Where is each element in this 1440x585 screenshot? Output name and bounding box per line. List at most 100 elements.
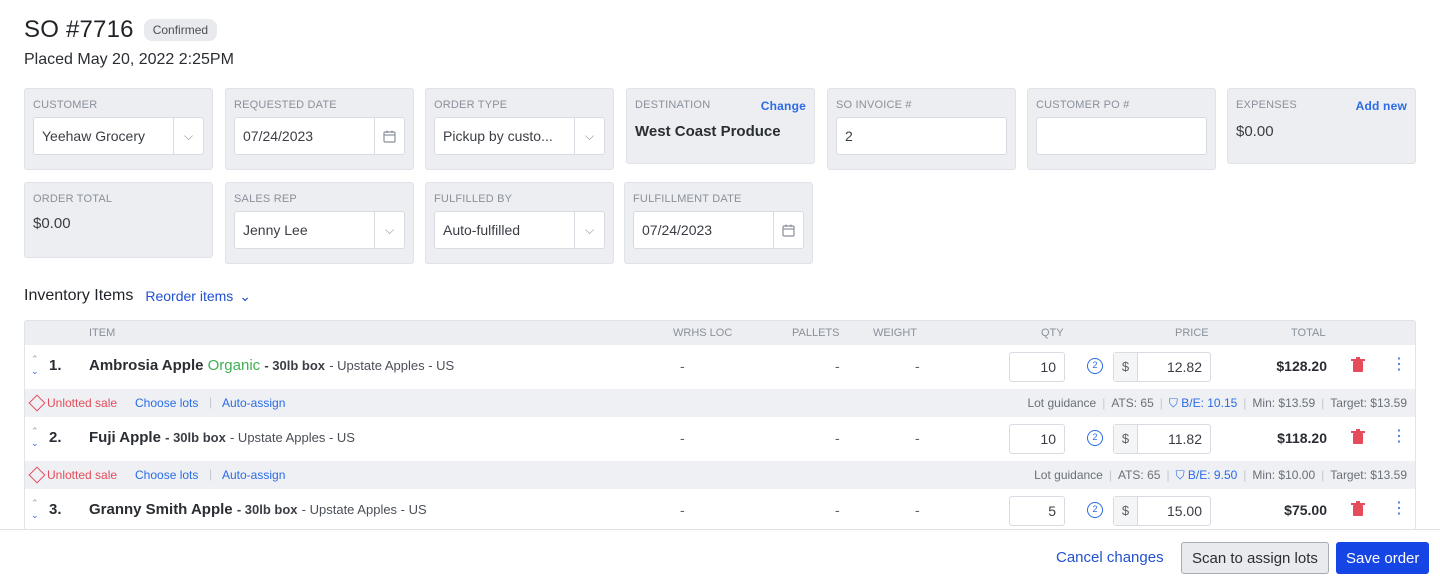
price-value: 15.00 — [1166, 503, 1202, 519]
trash-icon[interactable] — [1351, 501, 1365, 517]
reorder-arrows-icon[interactable]: ⌃ ⌄ — [31, 497, 39, 521]
order-total-label: ORDER TOTAL — [33, 193, 113, 205]
auto-assign-link[interactable]: Auto-assign — [222, 396, 285, 410]
currency-symbol: $ — [1114, 353, 1138, 381]
reorder-items-label: Reorder items — [145, 288, 234, 304]
customer-select[interactable]: Yeehaw Grocery ⌵ — [33, 117, 204, 155]
table-row: ⌃ ⌄ 3. Granny Smith Apple - 30lb box - Up… — [25, 489, 1415, 529]
target-price: Target: $13.59 — [1330, 468, 1407, 482]
sales-rep-select[interactable]: Jenny Lee ⌵ — [234, 211, 405, 249]
row-number: 3. — [49, 501, 62, 518]
divider: | — [209, 467, 213, 481]
status-badge: Confirmed — [143, 19, 218, 41]
choose-lots-link[interactable]: Choose lots — [135, 396, 198, 410]
item-size: - 30lb box — [236, 502, 298, 517]
destination-value: West Coast Produce — [635, 123, 781, 140]
ats-value: ATS: 65 — [1111, 396, 1154, 410]
trash-icon[interactable] — [1351, 429, 1365, 445]
row-number: 1. — [49, 357, 62, 374]
warning-text: Unlotted sale — [47, 468, 118, 482]
requested-date-label: REQUESTED DATE — [234, 99, 337, 111]
reorder-arrows-icon[interactable]: ⌃ ⌄ — [31, 425, 39, 449]
quantity-info-icon[interactable]: 2 — [1087, 502, 1103, 518]
break-even-value: B/E: 9.50 — [1187, 468, 1238, 482]
fulfillment-date-label: FULFILLMENT DATE — [633, 193, 742, 205]
ats-value: ATS: 65 — [1117, 468, 1161, 482]
trash-icon[interactable] — [1351, 357, 1365, 373]
line-total: $75.00 — [1284, 502, 1327, 518]
table-row: ⌃ ⌄ 1. Ambrosia Apple Organic - 30lb box … — [25, 345, 1415, 389]
requested-date-input[interactable]: 07/24/2023 — [234, 117, 405, 155]
col-item: ITEM — [89, 327, 116, 339]
line-total: $128.20 — [1276, 358, 1327, 374]
fulfilled-by-field: FULFILLED BY Auto-fulfilled ⌵ — [425, 182, 614, 264]
scan-to-assign-lots-button[interactable]: Scan to assign lots — [1181, 542, 1329, 574]
chevron-down-icon[interactable]: ⌵ — [574, 212, 604, 248]
fulfilled-by-label: FULFILLED BY — [434, 193, 513, 205]
more-options-icon[interactable]: ⋮ — [1391, 501, 1407, 517]
qty-input[interactable]: 5 — [1009, 496, 1065, 526]
chevron-down-icon[interactable]: ⌵ — [574, 118, 604, 154]
order-type-value: Pickup by custo... — [443, 128, 553, 144]
item-name: Fuji Apple - 30lb box - Upstate Apples -… — [89, 429, 355, 446]
save-order-button[interactable]: Save order — [1336, 542, 1430, 574]
order-type-field: ORDER TYPE Pickup by custo... ⌵ — [425, 88, 614, 170]
so-invoice-value: 2 — [845, 128, 853, 144]
fulfilled-by-value: Auto-fulfilled — [443, 222, 521, 238]
currency-symbol: $ — [1114, 425, 1138, 453]
lot-guidance: Lot guidance | ATS: 65 | ⛉ B/E: 9.50 | Min:… — [1034, 468, 1407, 482]
item-title: Granny Smith Apple — [89, 501, 233, 518]
order-total-value: $0.00 — [33, 215, 71, 232]
col-weight: WEIGHT — [873, 327, 917, 339]
fulfillment-date-value: 07/24/2023 — [642, 222, 713, 238]
wrhs-loc-value: - — [680, 502, 685, 518]
qty-input[interactable]: 10 — [1009, 352, 1065, 382]
quantity-info-icon[interactable]: 2 — [1087, 430, 1103, 446]
change-destination-link[interactable]: Change — [761, 99, 806, 113]
calendar-icon[interactable] — [374, 118, 404, 154]
warning-text: Unlotted sale — [47, 396, 118, 410]
so-invoice-label: SO INVOICE # — [836, 99, 912, 111]
item-meta: - Upstate Apples - US — [329, 358, 455, 373]
order-total-field: ORDER TOTAL $0.00 — [24, 182, 213, 258]
wrhs-loc-value: - — [680, 430, 685, 446]
order-type-select[interactable]: Pickup by custo... ⌵ — [434, 117, 605, 155]
placed-date: Placed May 20, 2022 2:25PM — [24, 51, 234, 68]
action-bar: Cancel changes Scan to assign lots Save … — [0, 529, 1440, 585]
more-options-icon[interactable]: ⋮ — [1391, 357, 1407, 373]
divider: | — [209, 395, 213, 409]
customer-po-label: CUSTOMER PO # — [1036, 99, 1130, 111]
price-input[interactable]: $ 11.82 — [1113, 424, 1211, 454]
auto-assign-link[interactable]: Auto-assign — [222, 468, 285, 482]
col-qty: QTY — [1041, 327, 1064, 339]
inventory-header: Inventory Items Reorder items ⌄ — [24, 287, 251, 305]
warning-icon — [28, 466, 46, 484]
qty-input[interactable]: 10 — [1009, 424, 1065, 454]
price-input[interactable]: $ 12.82 — [1113, 352, 1211, 382]
reorder-arrows-icon[interactable]: ⌃ ⌄ — [31, 353, 39, 377]
pallets-value: - — [835, 502, 840, 518]
price-value: 11.82 — [1168, 431, 1202, 447]
calendar-icon[interactable] — [773, 212, 803, 248]
destination-field: DESTINATION Change West Coast Produce — [626, 88, 815, 164]
customer-field: CUSTOMER Yeehaw Grocery ⌵ — [24, 88, 213, 170]
row-lot-info: Unlotted sale Choose lots | Auto-assign … — [25, 461, 1415, 489]
fulfillment-date-input[interactable]: 07/24/2023 — [633, 211, 804, 249]
choose-lots-link[interactable]: Choose lots — [135, 468, 198, 482]
sales-rep-value: Jenny Lee — [243, 222, 308, 238]
pallets-value: - — [835, 358, 840, 374]
quantity-info-icon[interactable]: 2 — [1087, 358, 1103, 374]
chevron-down-icon[interactable]: ⌵ — [173, 118, 203, 154]
cancel-changes-button[interactable]: Cancel changes — [1056, 549, 1164, 566]
item-meta: - Upstate Apples - US — [301, 502, 427, 517]
more-options-icon[interactable]: ⋮ — [1391, 429, 1407, 445]
fulfilled-by-select[interactable]: Auto-fulfilled ⌵ — [434, 211, 605, 249]
so-invoice-input[interactable]: 2 — [836, 117, 1007, 155]
add-expense-link[interactable]: Add new — [1356, 99, 1407, 113]
row-number: 2. — [49, 429, 62, 446]
price-input[interactable]: $ 15.00 — [1113, 496, 1211, 526]
reorder-items-button[interactable]: Reorder items ⌄ — [145, 288, 251, 305]
item-meta: - Upstate Apples - US — [229, 430, 355, 445]
chevron-down-icon[interactable]: ⌵ — [374, 212, 404, 248]
customer-po-input[interactable] — [1036, 117, 1207, 155]
